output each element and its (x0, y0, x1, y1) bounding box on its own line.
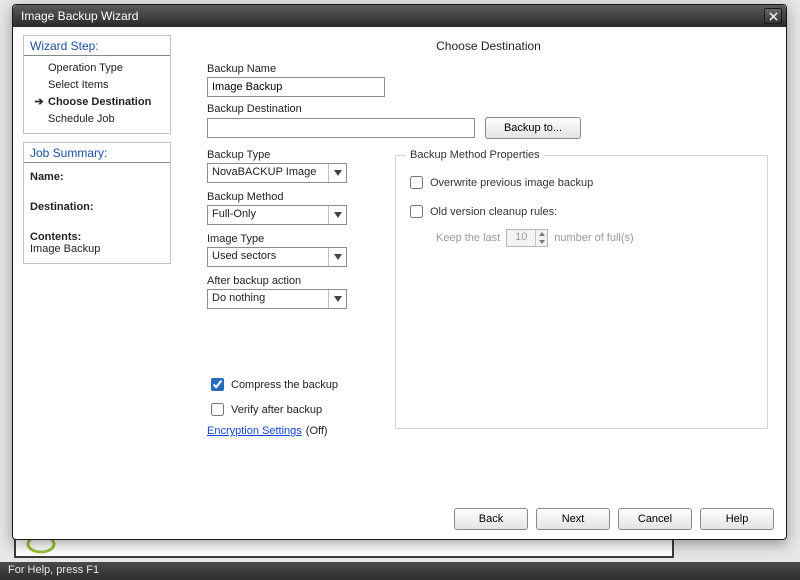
wizard-step-label: Schedule Job (48, 113, 115, 125)
backup-method-properties-group: Backup Method Properties Overwrite previ… (395, 149, 768, 429)
wizard-steps-panel: Wizard Step: ➔ Operation Type ➔ Select I… (23, 35, 171, 134)
wizard-step-label: Select Items (48, 79, 109, 91)
wizard-step-label: Operation Type (48, 62, 123, 74)
wizard-steps-heading: Wizard Step: (24, 36, 170, 56)
next-button[interactable]: Next (536, 508, 610, 530)
dialog-window: Image Backup Wizard Wizard Step: ➔ Opera… (12, 4, 787, 540)
status-text: For Help, press F1 (8, 564, 99, 576)
image-type-label: Image Type (207, 233, 367, 245)
image-type-value: Used sectors (208, 248, 328, 266)
title-bar: Image Backup Wizard (13, 5, 786, 27)
verify-backup-label: Verify after backup (231, 404, 322, 416)
backup-type-label: Backup Type (207, 149, 367, 161)
chevron-down-icon (328, 248, 346, 266)
wizard-step-label: Choose Destination (48, 96, 151, 108)
status-bar: For Help, press F1 (0, 562, 800, 580)
back-button[interactable]: Back (454, 508, 528, 530)
backup-method-label: Backup Method (207, 191, 367, 203)
close-button[interactable] (764, 8, 782, 24)
keep-suffix-label: number of full(s) (554, 232, 633, 244)
help-button[interactable]: Help (700, 508, 774, 530)
overwrite-previous-checkbox[interactable] (410, 176, 423, 189)
overwrite-previous-label: Overwrite previous image backup (430, 177, 593, 189)
verify-backup-checkbox[interactable] (211, 403, 224, 416)
spinner-down-icon[interactable] (536, 238, 547, 246)
compress-backup-checkbox[interactable] (211, 378, 224, 391)
backup-name-input[interactable] (207, 77, 385, 97)
summary-name-label: Name: (30, 171, 64, 183)
dialog-button-bar: Back Next Cancel Help (13, 505, 786, 539)
encryption-settings-link[interactable]: Encryption Settings (207, 425, 302, 437)
summary-contents-value: Image Backup (30, 243, 164, 255)
backup-name-label: Backup Name (207, 63, 770, 75)
close-icon (769, 12, 778, 21)
cleanup-rules-checkbox[interactable] (410, 205, 423, 218)
summary-destination-label: Destination: (30, 201, 94, 213)
cleanup-rules-label: Old version cleanup rules: (430, 206, 557, 218)
wizard-step-schedule-job[interactable]: ➔ Schedule Job (28, 110, 166, 127)
job-summary-panel: Job Summary: Name: Destination: Contents… (23, 142, 171, 264)
backup-type-value: NovaBACKUP Image (208, 164, 328, 182)
after-action-value: Do nothing (208, 290, 328, 308)
wizard-step-select-items[interactable]: ➔ Select Items (28, 76, 166, 93)
compress-backup-label: Compress the backup (231, 379, 338, 391)
backup-destination-label: Backup Destination (207, 103, 770, 115)
backup-destination-input[interactable] (207, 118, 475, 138)
wizard-step-operation-type[interactable]: ➔ Operation Type (28, 59, 166, 76)
wizard-step-choose-destination[interactable]: ➔ Choose Destination (28, 93, 166, 110)
backup-method-select[interactable]: Full-Only (207, 205, 347, 225)
chevron-down-icon (328, 290, 346, 308)
page-title: Choose Destination (207, 39, 770, 53)
keep-prefix-label: Keep the last (436, 232, 500, 244)
after-action-select[interactable]: Do nothing (207, 289, 347, 309)
keep-count-spinner[interactable]: 10 (506, 229, 548, 247)
chevron-down-icon (328, 206, 346, 224)
encryption-state: (Off) (306, 425, 328, 437)
backup-method-value: Full-Only (208, 206, 328, 224)
cancel-button[interactable]: Cancel (618, 508, 692, 530)
keep-count-value: 10 (507, 230, 535, 246)
backup-to-button[interactable]: Backup to... (485, 117, 581, 139)
chevron-down-icon (328, 164, 346, 182)
summary-contents-label: Contents: (30, 231, 164, 243)
spinner-up-icon[interactable] (536, 230, 547, 238)
step-current-icon: ➔ (34, 95, 44, 108)
backup-method-properties-legend: Backup Method Properties (406, 149, 544, 161)
after-action-label: After backup action (207, 275, 367, 287)
window-title: Image Backup Wizard (21, 9, 764, 23)
job-summary-heading: Job Summary: (24, 143, 170, 163)
backup-type-select[interactable]: NovaBACKUP Image (207, 163, 347, 183)
image-type-select[interactable]: Used sectors (207, 247, 347, 267)
